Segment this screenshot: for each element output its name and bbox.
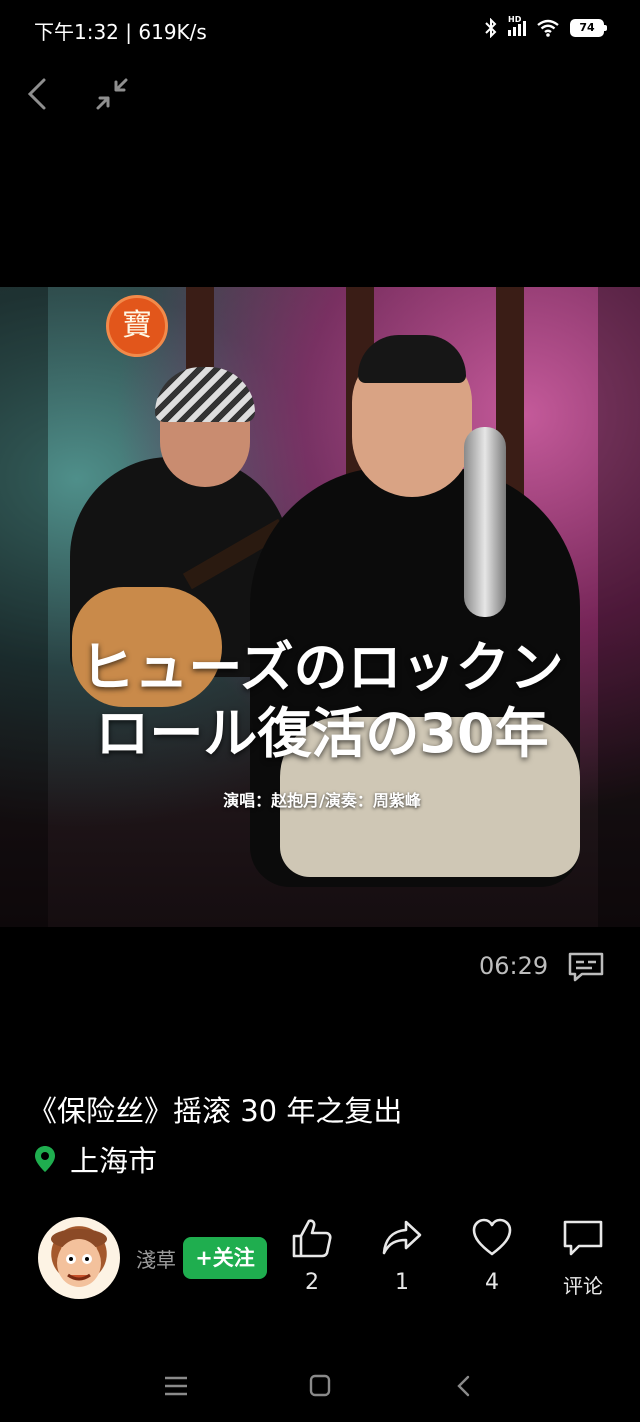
video-edge-shade: [598, 287, 640, 927]
subtitle-icon: [568, 952, 604, 982]
chevron-left-icon: [27, 78, 46, 110]
status-icons: HD 74: [484, 15, 607, 38]
video-edge-shade: [0, 287, 48, 927]
recent-apps-button[interactable]: [156, 1372, 196, 1400]
battery-icon: 74: [570, 19, 607, 37]
home-button[interactable]: [300, 1372, 340, 1400]
video-duration: 06:29: [479, 952, 549, 980]
overlay-title-line: ロール復活の30年: [95, 702, 549, 765]
back-button[interactable]: [20, 74, 56, 114]
microphone: [464, 427, 506, 617]
comment-bubble-icon: [563, 1220, 603, 1256]
subtitle-button[interactable]: [566, 950, 606, 984]
video-credit: 演唱：赵抱月/演奏：周紫峰: [223, 791, 421, 810]
share-button[interactable]: 1: [370, 1216, 434, 1295]
share-arrow-icon: [382, 1220, 422, 1255]
share-count: 1: [395, 1270, 409, 1295]
video-player[interactable]: 寶 ヒューズのロックン ロール復活の30年 演唱：赵抱月/演奏：周紫峰: [0, 287, 640, 927]
wifi-icon: [537, 19, 559, 37]
comment-label: 评论: [563, 1274, 603, 1298]
singer-hair: [358, 335, 466, 383]
thumbs-up-icon: [292, 1219, 332, 1258]
system-back-button[interactable]: [444, 1372, 484, 1400]
bluetooth-icon: [485, 18, 497, 38]
channel-logo: 寶: [106, 295, 168, 357]
overlay-title-line: ヒューズのロックン: [80, 636, 564, 699]
post-title: 《保险丝》摇滚 30 年之复出: [28, 1094, 403, 1128]
comment-button[interactable]: 评论: [551, 1216, 615, 1299]
follow-button[interactable]: +关注: [183, 1237, 267, 1279]
hd-badge: HD: [508, 14, 522, 24]
status-time-speed: 下午1:32 | 619K/s: [34, 20, 207, 44]
author-name[interactable]: 淺草: [136, 1244, 176, 1273]
minimize-video-button[interactable]: [92, 74, 132, 114]
chevron-left-icon: [457, 1375, 470, 1397]
location-text[interactable]: 上海市: [70, 1138, 157, 1180]
menu-icon: [165, 1376, 187, 1396]
network-icon: HD: [508, 15, 526, 36]
beanie: [155, 367, 255, 422]
video-overlay-title: ヒューズのロックン ロール復活の30年: [48, 635, 596, 767]
favorite-count: 4: [485, 1270, 499, 1295]
like-button[interactable]: 2: [280, 1216, 344, 1295]
heart-icon: [472, 1218, 512, 1256]
like-count: 2: [305, 1270, 319, 1295]
favorite-button[interactable]: 4: [460, 1216, 524, 1295]
avatar-cartoon: [51, 1229, 107, 1287]
author-avatar[interactable]: [38, 1217, 120, 1299]
home-square-icon: [309, 1374, 331, 1397]
shrink-icon: [96, 78, 128, 110]
location-pin-icon: [35, 1146, 55, 1172]
